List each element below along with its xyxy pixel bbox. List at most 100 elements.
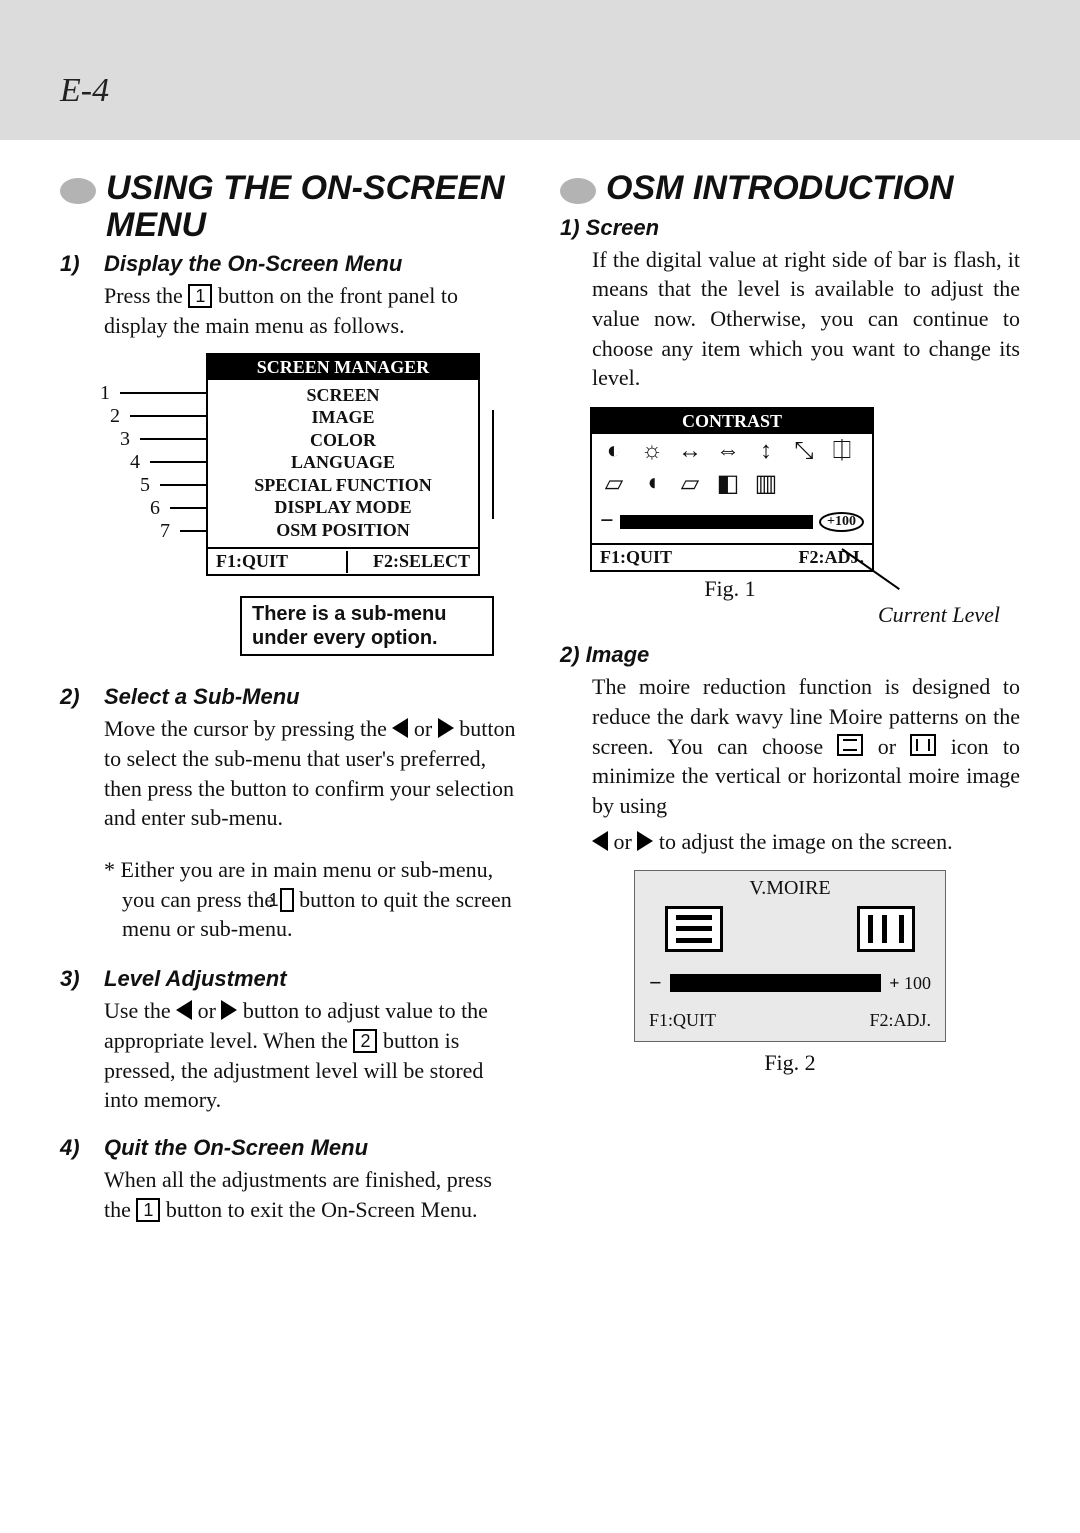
level-bar	[620, 515, 813, 529]
left-section-title: USING THE ON-SCREEN MENU	[60, 170, 520, 243]
vmoire-footer: F1:QUIT F2:ADJ.	[635, 1004, 945, 1041]
step2-note: * Either you are in main menu or sub-men…	[104, 855, 520, 944]
vpos-icon: ⤡	[788, 438, 820, 464]
right-title: OSM INTRODUCTION	[606, 170, 954, 207]
hmoire-inline-icon	[910, 734, 936, 756]
step2-head: 2) Select a Sub-Menu	[60, 684, 520, 710]
left-title: USING THE ON-SCREEN MENU	[106, 170, 520, 243]
m-quit: F1:QUIT	[649, 1010, 790, 1031]
left-arrow-icon	[176, 1000, 192, 1020]
vmoire-panel: V.MOIRE − + 100 F1:QUIT F2:ADJ.	[634, 870, 946, 1042]
r2-title: 2) Image	[560, 642, 649, 668]
screen-manager-panel: SCREEN MANAGER SCREEN IMAGE COLOR LANGUA…	[206, 353, 480, 577]
n: 6	[100, 496, 170, 519]
n: 3	[100, 427, 170, 450]
submenu-note: There is a sub-menu under every option.	[240, 596, 494, 656]
screen-manager-figure: 1 2 3 4 5 6 7 SCREEN MANAGER SCREEN IMAG…	[100, 353, 480, 657]
n: 2	[100, 404, 170, 427]
t: Move the cursor by pressing the	[104, 716, 392, 741]
vsize-icon: ↕	[750, 438, 782, 464]
fig2-caption: Fig. 2	[560, 1050, 1020, 1076]
left-column: USING THE ON-SCREEN MENU 1) Display the …	[60, 170, 520, 1236]
sm-index-labels: 1 2 3 4 5 6 7	[100, 381, 170, 542]
vmoire-bar: − + 100	[635, 962, 945, 1004]
sm-item: SPECIAL FUNCTION	[208, 474, 478, 497]
r2-text2: or to adjust the image on the screen.	[592, 827, 1020, 857]
r1-title: 1) Screen	[560, 215, 659, 241]
step1-head: 1) Display the On-Screen Menu	[60, 251, 520, 277]
brightness-icon: ☼	[636, 438, 668, 464]
note-connector	[346, 551, 348, 573]
t: or	[878, 734, 896, 759]
level-value: +100	[819, 512, 864, 532]
minus-icon: −	[649, 970, 662, 996]
t: or	[198, 998, 222, 1023]
vmoire-title: V.MOIRE	[635, 871, 945, 904]
hpos-icon: ⇔	[712, 438, 744, 464]
c-adj: F2:ADJ.	[732, 545, 872, 570]
vmoire-inline-icon	[837, 734, 863, 756]
sm-select: F2:SELECT	[343, 549, 478, 574]
step4-head: 4) Quit the On-Screen Menu	[60, 1135, 520, 1161]
t: or	[414, 716, 438, 741]
r2-text: The moire reduction function is designed…	[592, 672, 1020, 820]
step3-num: 3)	[60, 966, 86, 992]
rotation-icon: ◖	[636, 470, 668, 496]
contrast-footer: F1:QUIT F2:ADJ.	[592, 543, 872, 570]
hsize-icon: ↔	[674, 438, 706, 464]
key-2-icon: 2	[353, 1029, 377, 1053]
key-1-icon: 1	[280, 888, 294, 912]
t: Press the	[104, 283, 188, 308]
t: button to exit the On-Screen Menu.	[166, 1197, 478, 1222]
manual-page: E-4 USING THE ON-SCREEN MENU 1) Display …	[0, 0, 1080, 1533]
step3-text: Use the or button to adjust value to the…	[104, 996, 520, 1115]
sm-item: IMAGE	[208, 406, 478, 429]
sm-item: OSM POSITION	[208, 519, 478, 542]
step2-text: Move the cursor by pressing the or butto…	[104, 714, 520, 833]
sm-side-line	[492, 410, 494, 520]
sm-item: COLOR	[208, 429, 478, 452]
t: Use the	[104, 998, 176, 1023]
r1-head: 1) Screen	[560, 215, 1020, 241]
c-quit: F1:QUIT	[592, 545, 732, 570]
current-level-label: Current Level	[560, 602, 1000, 628]
n: 5	[100, 473, 170, 496]
bullet-icon	[60, 178, 96, 204]
trapezoid-icon: ▱	[598, 470, 630, 496]
right-column: OSM INTRODUCTION 1) Screen If the digita…	[560, 170, 1020, 1236]
parallel-icon: ▱	[674, 470, 706, 496]
step3-head: 3) Level Adjustment	[60, 966, 520, 992]
n: 7	[100, 519, 170, 542]
key-1-icon: 1	[188, 284, 212, 308]
contrast-title: CONTRAST	[592, 409, 872, 434]
sm-quit: F1:QUIT	[208, 549, 343, 574]
pincushion-icon: ⎅	[826, 438, 858, 464]
right-arrow-icon	[637, 831, 653, 851]
r2-head: 2) Image	[560, 642, 1020, 668]
contrast-bar: − +100	[592, 500, 872, 543]
left-arrow-icon	[392, 718, 408, 738]
contrast-icons: ◐ ☼ ↔ ⇔ ↕ ⤡ ⎅ ▱ ◖ ▱ ◧ ▥	[592, 434, 872, 500]
bullet-icon	[560, 178, 596, 204]
step4-text: When all the adjustments are finished, p…	[104, 1165, 520, 1224]
step4-title: Quit the On-Screen Menu	[104, 1135, 368, 1161]
step2-num: 2)	[60, 684, 86, 710]
level-value: + 100	[889, 973, 931, 994]
pointer-line	[852, 550, 932, 610]
right-section-title: OSM INTRODUCTION	[560, 170, 1020, 207]
m-adj: F2:ADJ.	[790, 1010, 931, 1031]
contrast-panel: CONTRAST ◐ ☼ ↔ ⇔ ↕ ⤡ ⎅ ▱ ◖ ▱ ◧ ▥	[590, 407, 874, 572]
step1-title: Display the On-Screen Menu	[104, 251, 402, 277]
step1-text: Press the 1 button on the front panel to…	[104, 281, 520, 340]
r1-text: If the digital value at right side of ba…	[592, 245, 1020, 393]
t: to adjust the image on the screen.	[659, 829, 953, 854]
contrast-icon: ◐	[598, 438, 630, 464]
right-arrow-icon	[438, 718, 454, 738]
minus-icon: −	[600, 508, 614, 535]
sm-item: LANGUAGE	[208, 451, 478, 474]
n: 1	[100, 381, 170, 404]
moire-icon: ▥	[750, 470, 782, 496]
right-arrow-icon	[221, 1000, 237, 1020]
n: 4	[100, 450, 170, 473]
hmoire-icon	[857, 906, 915, 952]
